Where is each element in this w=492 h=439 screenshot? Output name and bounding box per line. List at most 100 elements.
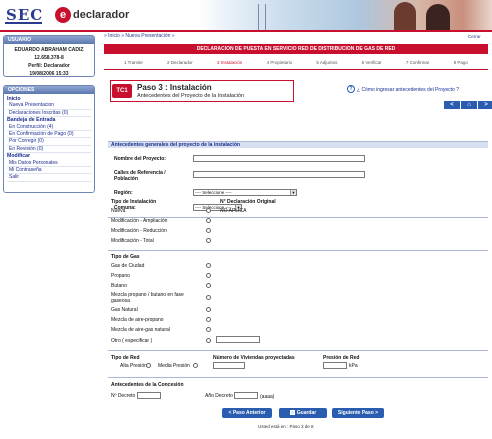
user-panel: USUARIO EDUARDO ABRAHAM CADIZ 12.658.378… [3,35,95,77]
step-2: 2 Declarador [167,60,193,65]
gas-radio-mezcla-propano-butano[interactable] [206,295,211,300]
step-5: 5 Adjuntos [316,60,338,65]
region-label: Región: [114,190,133,196]
menu-item-confirmacion-pago[interactable]: En Confirmación de Pago (0) [7,131,91,139]
page-title: DECLARACION DE PUESTA EN SERVICIO RED DE… [104,44,488,54]
decree-year-label: Año Decreto [205,393,233,399]
user-profile: Perfil: Declarador [28,63,70,69]
gas-other-input[interactable] [216,336,260,343]
gas-option-label: Otro ( especificar ) [111,338,153,344]
menu-item-en-revision[interactable]: En Revisión (0) [7,146,91,154]
nav-buttons: < ⌂ > [444,101,492,109]
step-3-current: 3 Instalación [217,60,243,65]
steps-divider [104,69,488,70]
previous-step-button[interactable]: < Paso Anterior [222,408,272,418]
network-radio-alta[interactable] [146,363,151,368]
menu-item-declaraciones-inscritas[interactable]: Declaraciones Inscritas (0) [7,110,91,118]
gas-radio-aire-propano[interactable] [206,317,211,322]
options-panel: OPCIONES Inicio Nueva Presentacion Decla… [3,85,95,193]
gas-option-label: Butano [111,283,127,289]
breadcrumb[interactable]: » Inicio » Nueva Presentación » [104,33,175,39]
gas-option-label: Mezcla de aire-propano [111,317,164,323]
gas-radio-propano[interactable] [206,273,211,278]
save-button[interactable]: Guardar [279,408,327,418]
project-name-label: Nombre del Proyecto: [114,156,166,162]
user-rut: 12.658.378-8 [34,55,64,61]
options-menu: Inicio Nueva Presentacion Declaraciones … [4,94,94,184]
gas-radio-ciudad[interactable] [206,263,211,268]
gas-radio-natural[interactable] [206,307,211,312]
installation-option-label: Modificación - Reducción [111,228,167,234]
chevron-down-icon: ▼ [290,190,296,195]
project-name-input[interactable] [193,155,365,162]
installation-radio-reduccion[interactable] [206,228,211,233]
edeclarador-logo-text: declarador [73,9,130,21]
menu-item-datos-personales[interactable]: Mis Datos Personales [7,160,91,168]
divider [108,250,488,251]
person-image [394,2,416,30]
menu-item-en-construccion[interactable]: En Construcción (4) [7,124,91,132]
banner-photo [198,0,492,30]
installation-radio-total[interactable] [206,238,211,243]
installation-type-header: Tipo de Instalación [111,199,157,205]
power-tower-image [258,4,266,30]
menu-item-contrasena[interactable]: Mi Contraseña [7,167,91,175]
concession-header: Antecedentes de la Concesión [111,382,184,388]
streets-label: Calles de Referencia / Población [114,170,166,182]
user-panel-header: USUARIO [4,36,94,44]
menu-item-por-corregir[interactable]: Por Corregir (0) [7,138,91,146]
step-header-box: TC1 Paso 3 : Instalación Antecedentes de… [110,80,294,102]
step-6: 6 Verificar [361,60,382,65]
nav-next-button[interactable]: > [478,101,492,109]
gas-radio-otro[interactable] [206,338,211,343]
region-select[interactable]: ---- Seleccione ---- ▼ [193,189,297,196]
help-link[interactable]: ¿ Cómo ingresar antecedentes del Proyect… [357,87,459,93]
media-presion-label: Media Presión [158,363,190,369]
divider [108,350,488,351]
decree-year-hint: (aaaa) [260,394,275,400]
step-4: 4 Propietario [266,60,293,65]
general-section-header: Antecedentes generales del proyecto de l… [108,141,488,148]
original-declaration-header: N° Declaración Original [220,199,276,205]
installation-radio-nueva[interactable] [206,208,211,213]
no-aplica-text: NO APLICA [220,208,247,214]
installation-form-lower: Tipo de Instalación N° Declaración Origi… [108,199,488,439]
menu-item-nueva-presentacion[interactable]: Nueva Presentacion [7,102,91,110]
installation-radio-ampliacion[interactable] [206,218,211,223]
save-button-label: Guardar [296,410,317,416]
homes-input[interactable] [213,362,245,369]
nav-prev-button[interactable]: < [444,101,460,109]
decree-input[interactable] [137,392,161,399]
gas-radio-butano[interactable] [206,283,211,288]
user-name: EDUARDO ABRAHAM CADIZ [14,47,84,53]
pressure-header: Presión de Red [323,355,360,361]
region-select-value: ---- Seleccione ---- [195,190,232,195]
gas-radio-aire-gas-natural[interactable] [206,327,211,332]
step-subtitle: Antecedentes del Proyecto de la Instalac… [137,93,245,99]
gas-option-label: Gas de Ciudad [111,263,145,269]
help-icon[interactable]: ? [347,85,355,93]
nav-home-button[interactable]: ⌂ [461,101,477,109]
menu-item-salir[interactable]: Salir [7,174,91,182]
edeclarador-logo-icon: e [55,7,71,23]
next-step-button[interactable]: Siguiente Paso > [332,408,384,418]
pressure-unit: kPa [349,363,358,369]
close-link[interactable]: Cerrar [468,34,481,39]
gas-type-header: Tipo de Gas [111,254,140,260]
save-disk-icon [289,410,295,416]
step-7: 7 Confirmar [405,60,430,65]
divider [108,377,488,378]
decree-year-input[interactable] [234,392,258,399]
alta-presion-label: Alta Presión [120,363,147,369]
network-type-header: Tipo de Red [111,355,140,361]
pressure-input[interactable] [323,362,347,369]
step-badge: TC1 [112,84,132,98]
step-title: Paso 3 : Instalación [137,83,212,92]
gas-option-label: Mezcla de aire-gas natural [111,327,170,333]
step-position-text: Usted está en : Paso 3 de 8 [258,424,314,429]
network-radio-media[interactable] [193,363,198,368]
options-panel-header: OPCIONES [4,86,94,94]
streets-input[interactable] [193,171,365,178]
gas-option-label: Propano [111,273,130,279]
wizard-steps: 1 Tramite 2 Declarador 3 Instalación 4 P… [104,60,488,68]
